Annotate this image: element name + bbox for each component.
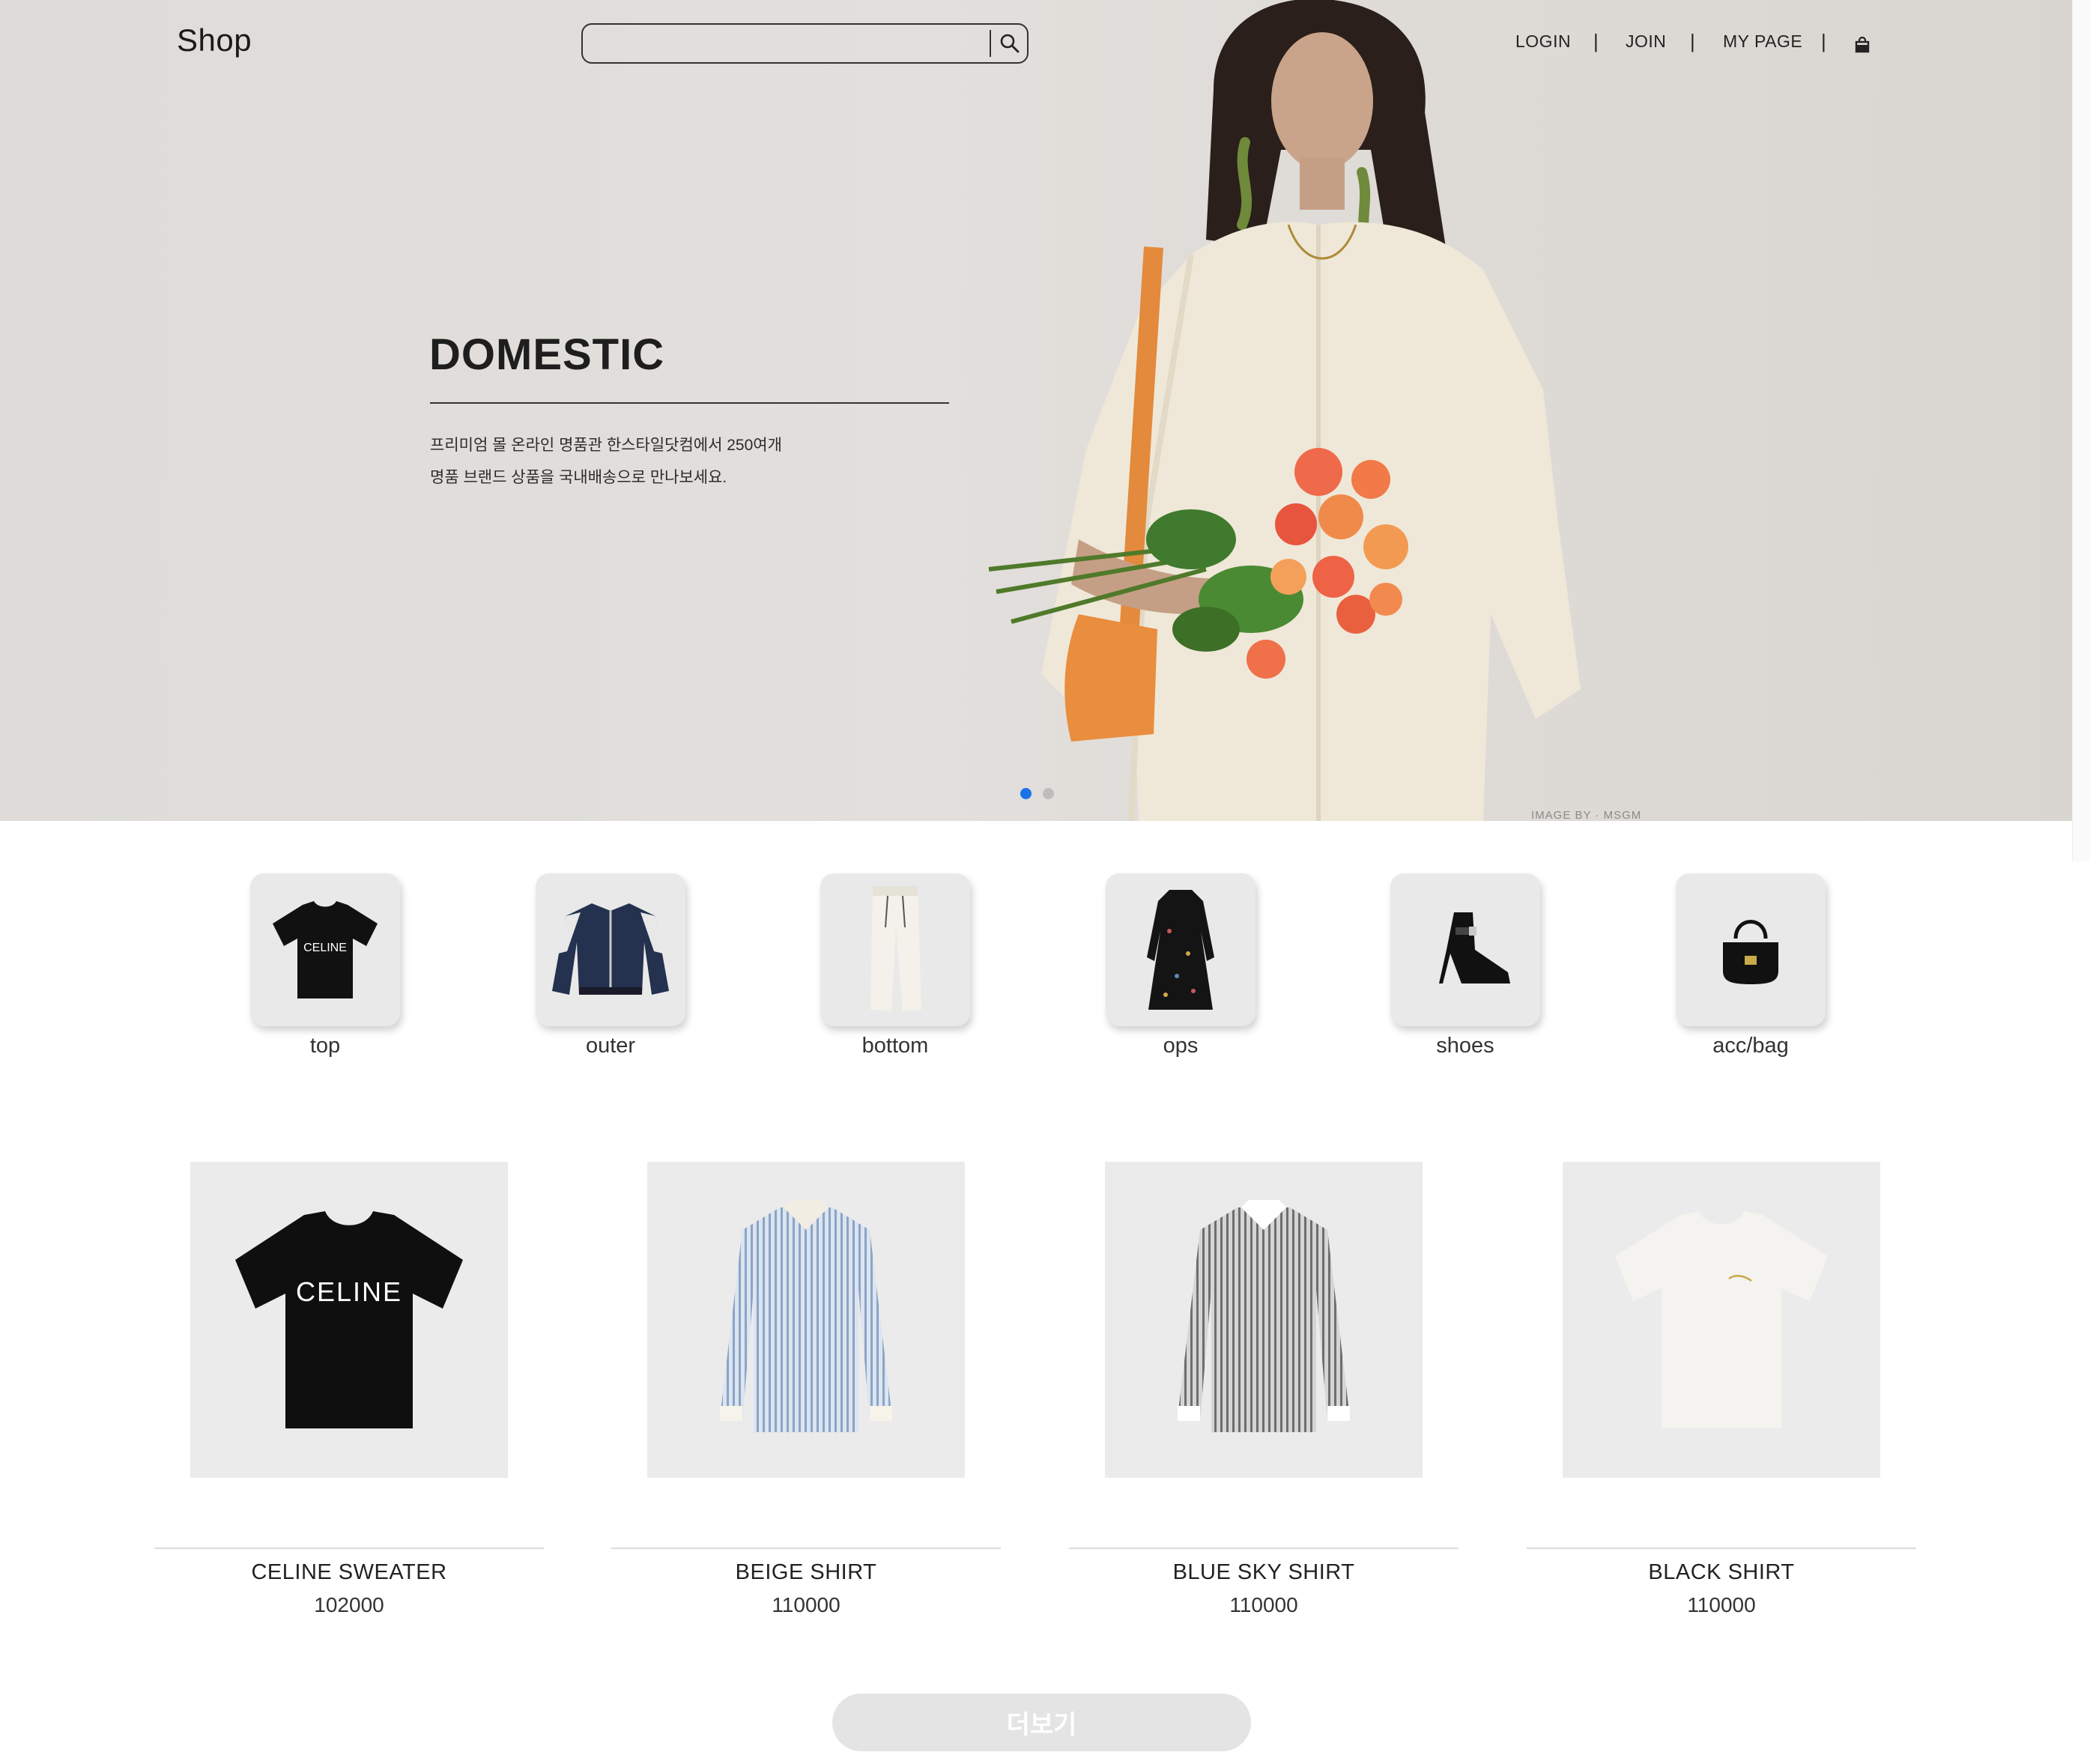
- product-price: 102000: [314, 1593, 384, 1616]
- product-price: 110000: [772, 1593, 840, 1616]
- hero-title: DOMESTIC: [429, 330, 665, 379]
- category-outer[interactable]: outer: [536, 873, 685, 1058]
- tshirt-icon: [1615, 1211, 1828, 1428]
- category-label: bottom: [861, 1034, 929, 1058]
- shopping-bag-icon[interactable]: [1853, 36, 1871, 54]
- dress-icon: [1147, 890, 1214, 1010]
- product-name[interactable]: BLACK SHIRT: [1527, 1560, 1916, 1585]
- svg-text:CELINE: CELINE: [303, 942, 347, 954]
- category-label: ops: [1163, 1034, 1199, 1058]
- category-image: [820, 873, 970, 1026]
- hero-model-image: [988, 0, 1581, 821]
- category-label: top: [309, 1034, 341, 1058]
- hero-divider: [430, 402, 949, 404]
- image-credit: IMAGE BY · MSGM: [1531, 809, 1642, 821]
- hero-banner[interactable]: Shop LOGIN | JOIN | MY PAGE | DOMESTIC 프…: [0, 0, 2072, 821]
- search-input[interactable]: [581, 23, 1029, 64]
- slide-dot-2[interactable]: [1043, 788, 1054, 799]
- category-accbag[interactable]: acc/bag: [1676, 873, 1826, 1058]
- search-button[interactable]: [996, 30, 1023, 57]
- category-label: acc/bag: [1712, 1034, 1789, 1058]
- category-shoes[interactable]: shoes: [1390, 873, 1540, 1058]
- hero-description-line1: 프리미엄 몰 온라인 명품관 한스타일닷컴에서 250여개: [430, 437, 782, 454]
- product-name[interactable]: BEIGE SHIRT: [611, 1560, 1001, 1585]
- slide-dot-1[interactable]: [1020, 788, 1032, 799]
- category-bottom[interactable]: bottom: [820, 873, 970, 1058]
- category-top[interactable]: CELINE top: [250, 873, 400, 1058]
- load-more-button[interactable]: 더보기: [832, 1694, 1251, 1751]
- category-label: outer: [585, 1034, 636, 1058]
- product-divider: [154, 1548, 544, 1549]
- category-image: [1390, 873, 1540, 1026]
- shop-page: Shop LOGIN | JOIN | MY PAGE | DOMESTIC 프…: [0, 0, 2090, 1764]
- login-link[interactable]: LOGIN: [1515, 31, 1571, 52]
- hero-description-line2: 명품 브랜드 상품을 국내배송으로 만나보세요.: [430, 469, 727, 486]
- nav-separator: |: [1690, 30, 1695, 52]
- product-image[interactable]: CELINE: [190, 1162, 508, 1478]
- product-name[interactable]: CELINE SWEATER: [154, 1560, 544, 1585]
- category-image: [1106, 873, 1255, 1026]
- product-divider: [611, 1548, 1001, 1549]
- mypage-link[interactable]: MY PAGE: [1723, 31, 1802, 52]
- category-ops[interactable]: ops: [1106, 873, 1255, 1058]
- product-name[interactable]: BLUE SKY SHIRT: [1069, 1560, 1459, 1585]
- product-divider: [1069, 1548, 1459, 1549]
- product-image[interactable]: [647, 1162, 965, 1478]
- product-price: 110000: [1687, 1593, 1756, 1616]
- product-divider: [1527, 1548, 1916, 1549]
- boot-icon: [1439, 912, 1510, 983]
- pants-icon: [870, 886, 921, 1011]
- shop-logo[interactable]: Shop: [177, 22, 252, 58]
- jacket-icon: [552, 903, 669, 995]
- tshirt-icon: CELINE: [273, 901, 378, 998]
- join-link[interactable]: JOIN: [1626, 31, 1666, 52]
- shirt-icon: [720, 1200, 892, 1432]
- tshirt-icon: CELINE: [235, 1211, 463, 1428]
- bag-icon: [1723, 920, 1778, 984]
- product-price: 110000: [1229, 1593, 1298, 1616]
- scrollbar[interactable]: [2072, 0, 2090, 861]
- search-icon: [1000, 34, 1020, 53]
- search-divider: [990, 30, 991, 57]
- shirt-icon: [1178, 1200, 1350, 1432]
- category-image: CELINE: [250, 873, 400, 1026]
- category-image: [1676, 873, 1826, 1026]
- category-label: shoes: [1436, 1034, 1494, 1058]
- nav-separator: |: [1593, 30, 1599, 52]
- product-image[interactable]: [1105, 1162, 1423, 1478]
- product-image[interactable]: [1563, 1162, 1880, 1478]
- nav-separator: |: [1821, 30, 1826, 52]
- svg-text:CELINE: CELINE: [296, 1276, 402, 1307]
- category-image: [536, 873, 685, 1026]
